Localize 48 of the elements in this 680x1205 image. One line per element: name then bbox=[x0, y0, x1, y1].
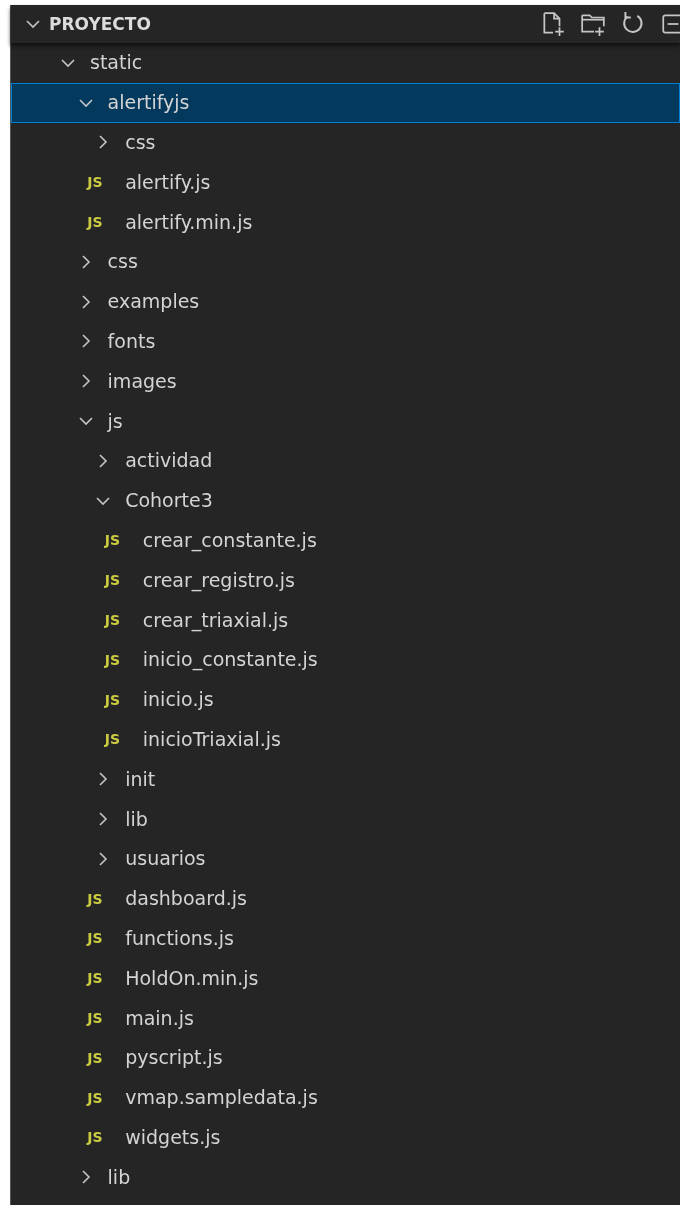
folder-item[interactable]: css bbox=[11, 122, 680, 163]
folder-item[interactable]: css bbox=[11, 242, 680, 282]
js-file-icon: JS bbox=[87, 1050, 114, 1065]
folder-item[interactable]: alertifyjs bbox=[11, 82, 680, 123]
js-file-icon: JS bbox=[104, 573, 131, 588]
file-item[interactable]: JS crear_constante.js bbox=[11, 520, 680, 561]
js-file-icon: JS bbox=[87, 931, 114, 946]
section-title[interactable]: PROYECTO bbox=[49, 14, 151, 34]
folder-item[interactable]: init bbox=[11, 759, 680, 800]
file-item[interactable]: JS inicio_constante.js bbox=[11, 639, 680, 680]
file-item[interactable]: JS alertify.js bbox=[11, 162, 680, 203]
file-item[interactable]: JS alertify.min.js bbox=[11, 202, 680, 242]
js-file-icon: JS bbox=[104, 732, 131, 747]
collapse-all-icon[interactable] bbox=[660, 11, 680, 37]
js-file-icon: JS bbox=[87, 1011, 114, 1025]
file-item[interactable]: JS pyscript.js bbox=[11, 1037, 680, 1078]
js-file-icon: JS bbox=[104, 652, 131, 667]
folder-item[interactable]: images bbox=[11, 361, 680, 402]
new-folder-icon[interactable] bbox=[580, 11, 606, 37]
file-item[interactable]: JS widgets.js bbox=[11, 1117, 680, 1158]
folder-item[interactable]: lib bbox=[11, 1157, 680, 1198]
file-item[interactable]: JS HoldOn.min.js bbox=[11, 958, 680, 999]
folder-item[interactable]: fonts bbox=[11, 321, 680, 362]
js-file-icon: JS bbox=[104, 692, 131, 707]
file-item[interactable]: JS dashboard.js bbox=[11, 878, 680, 919]
js-file-icon: JS bbox=[104, 613, 131, 628]
file-item[interactable]: JS main.js bbox=[11, 998, 680, 1038]
file-item[interactable]: JS inicioTriaxial.js bbox=[11, 719, 680, 760]
folder-item[interactable]: Cohorte3 bbox=[11, 480, 680, 521]
js-file-icon: JS bbox=[104, 533, 131, 548]
file-item[interactable]: JS crear_registro.js bbox=[11, 560, 680, 601]
js-file-icon: JS bbox=[87, 891, 114, 906]
file-item[interactable]: JS vmap.sampledata.js bbox=[11, 1077, 680, 1118]
file-item[interactable]: JS inicio.js bbox=[11, 679, 680, 720]
js-file-icon: JS bbox=[87, 1130, 114, 1145]
folder-item[interactable]: examples bbox=[11, 281, 680, 322]
js-file-icon: JS bbox=[87, 175, 114, 190]
js-file-icon: JS bbox=[87, 971, 114, 986]
js-file-icon: JS bbox=[87, 1090, 114, 1105]
file-item[interactable]: JS functions.js bbox=[11, 918, 680, 959]
file-item[interactable]: JS crear_triaxial.js bbox=[11, 600, 680, 640]
folder-item[interactable]: actividad bbox=[11, 440, 680, 481]
folder-item[interactable]: usuarios bbox=[11, 838, 680, 879]
folder-item[interactable]: static bbox=[11, 43, 680, 83]
js-file-icon: JS bbox=[87, 215, 114, 230]
folder-item[interactable]: js bbox=[11, 401, 680, 441]
folder-item[interactable]: lib bbox=[11, 799, 680, 839]
new-file-icon[interactable] bbox=[540, 11, 566, 37]
